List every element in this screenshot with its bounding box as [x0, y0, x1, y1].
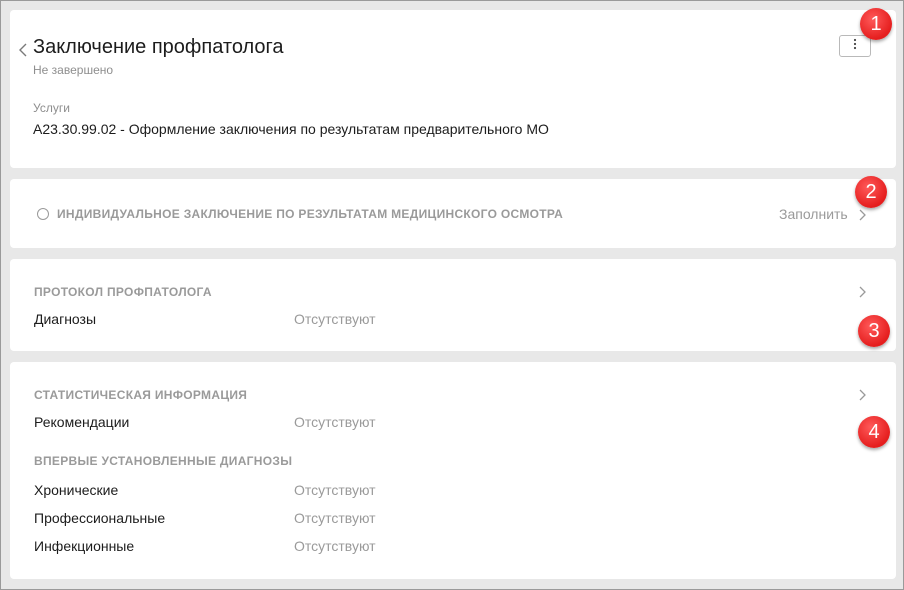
fill-link[interactable]: Заполнить: [779, 206, 848, 222]
diagnoses-value: Отсутствуют: [294, 311, 376, 327]
chevron-right-icon[interactable]: [859, 285, 867, 298]
more-vertical-icon: [853, 37, 857, 55]
page-title: Заключение профпатолога: [33, 36, 284, 58]
professional-label: Профессиональные: [34, 510, 166, 526]
chronic-value: Отсутствуют: [294, 482, 376, 498]
chronic-label: Хронические: [34, 482, 119, 498]
services-value: A23.30.99.02 - Оформление заключения по …: [33, 121, 549, 137]
chevron-right-icon[interactable]: [859, 388, 867, 401]
new-diagnoses-subtitle: ВПЕРВЫЕ УСТАНОВЛЕННЫЕ ДИАГНОЗЫ: [34, 454, 293, 468]
window-frame: Заключение профпатолога Не завершено Усл…: [0, 0, 904, 590]
protocol-card[interactable]: ПРОТОКОЛ ПРОФПАТОЛОГА Диагнозы Отсутству…: [10, 259, 896, 351]
infectious-value: Отсутствуют: [294, 538, 376, 554]
conclusion-title: ИНДИВИДУАЛЬНОЕ ЗАКЛЮЧЕНИЕ ПО РЕЗУЛЬТАТАМ…: [57, 207, 564, 221]
infectious-label: Инфекционные: [34, 538, 135, 554]
conclusion-card[interactable]: ИНДИВИДУАЛЬНОЕ ЗАКЛЮЧЕНИЕ ПО РЕЗУЛЬТАТАМ…: [10, 179, 896, 248]
annotation-badge-2: 2: [855, 176, 887, 208]
annotation-badge-3: 3: [858, 315, 890, 347]
services-label: Услуги: [33, 101, 70, 115]
recommendations-value: Отсутствуют: [294, 414, 376, 430]
header-card: Заключение профпатолога Не завершено Усл…: [10, 10, 896, 168]
statistics-title: СТАТИСТИЧЕСКАЯ ИНФОРМАЦИЯ: [34, 388, 248, 402]
status-text: Не завершено: [33, 63, 114, 77]
protocol-title: ПРОТОКОЛ ПРОФПАТОЛОГА: [34, 285, 212, 299]
annotation-badge-1: 1: [860, 8, 892, 40]
annotation-badge-4: 4: [858, 416, 890, 448]
more-menu-button[interactable]: [839, 35, 871, 57]
chevron-right-icon[interactable]: [859, 208, 867, 221]
recommendations-label: Рекомендации: [34, 414, 130, 430]
professional-value: Отсутствуют: [294, 510, 376, 526]
conclusion-radio[interactable]: [37, 208, 49, 220]
diagnoses-label: Диагнозы: [34, 311, 97, 327]
statistics-card[interactable]: СТАТИСТИЧЕСКАЯ ИНФОРМАЦИЯ Рекомендации О…: [10, 362, 896, 579]
back-chevron-icon[interactable]: [18, 43, 28, 57]
